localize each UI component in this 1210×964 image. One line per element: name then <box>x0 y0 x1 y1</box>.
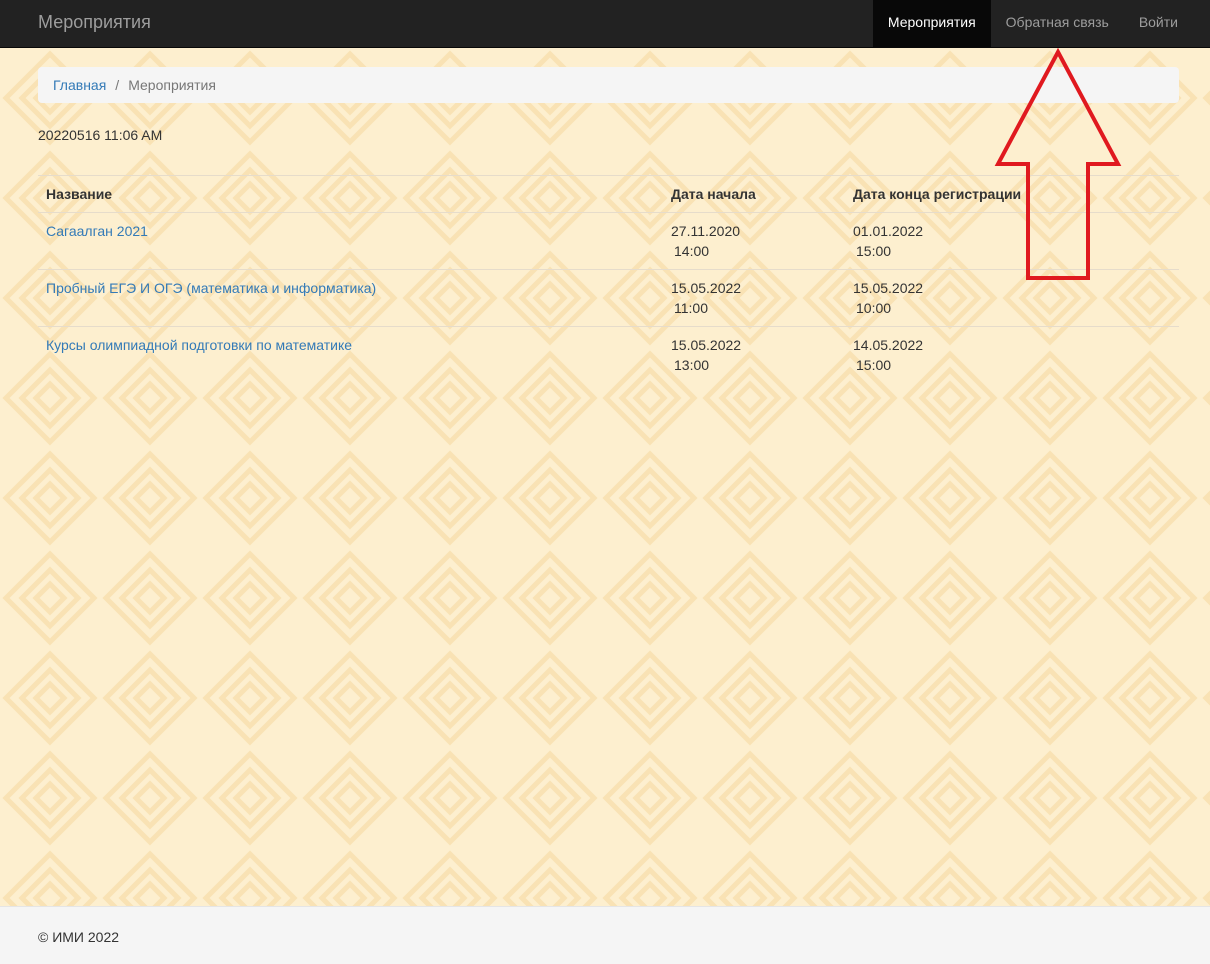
top-navbar: Мероприятия Мероприятия Обратная связь В… <box>0 0 1210 48</box>
reg-end-date: 15.05.2022 <box>853 280 924 296</box>
brand-link[interactable]: Мероприятия <box>38 11 151 33</box>
up-arrow-icon <box>994 48 1122 280</box>
event-name-cell: Пробный ЕГЭ И ОГЭ (математика и информат… <box>38 269 663 327</box>
nav-item-login[interactable]: Войти <box>1124 0 1193 47</box>
start-time: 11:00 <box>674 300 708 316</box>
start-date: 15.05.2022 <box>671 280 742 296</box>
start-time: 14:00 <box>674 243 710 259</box>
reg-end-time: 15:00 <box>856 357 892 373</box>
event-link[interactable]: Пробный ЕГЭ И ОГЭ (математика и информат… <box>46 280 376 296</box>
header-start-date: Дата начала <box>663 175 845 213</box>
reg-end-cell: 14.05.2022 15:00 <box>845 326 1179 383</box>
reg-end-date: 14.05.2022 <box>853 337 924 353</box>
breadcrumb-home-link[interactable]: Главная <box>53 77 106 93</box>
event-name-cell: Курсы олимпиадной подготовки по математи… <box>38 326 663 383</box>
start-date-cell: 15.05.2022 11:00 <box>663 269 845 327</box>
start-time: 13:00 <box>674 357 710 373</box>
start-date-cell: 15.05.2022 13:00 <box>663 326 845 383</box>
event-link[interactable]: Сагаалган 2021 <box>46 223 148 239</box>
breadcrumb-current: Мероприятия <box>128 77 216 93</box>
footer: © ИМИ 2022 <box>0 906 1210 964</box>
reg-end-date: 01.01.2022 <box>853 223 924 239</box>
event-name-cell: Сагаалган 2021 <box>38 212 663 270</box>
event-link[interactable]: Курсы олимпиадной подготовки по математи… <box>46 337 352 353</box>
start-date: 15.05.2022 <box>671 337 742 353</box>
footer-copyright: © ИМИ 2022 <box>38 929 120 945</box>
nav-item-feedback[interactable]: Обратная связь <box>991 0 1124 47</box>
reg-end-time: 10:00 <box>856 300 892 316</box>
start-date-cell: 27.11.2020 14:00 <box>663 212 845 270</box>
breadcrumb-separator: / <box>115 77 120 93</box>
nav-menu: Мероприятия Обратная связь Войти <box>872 0 1193 47</box>
header-name: Название <box>38 175 663 213</box>
nav-item-events[interactable]: Мероприятия <box>872 0 991 47</box>
table-row: Курсы олимпиадной подготовки по математи… <box>38 326 1179 383</box>
start-date: 27.11.2020 <box>671 223 741 239</box>
